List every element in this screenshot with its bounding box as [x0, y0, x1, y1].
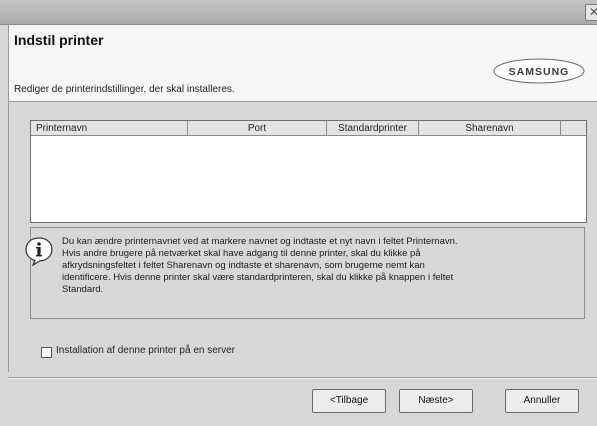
column-header-printernavn[interactable]: Printernavn — [31, 121, 188, 136]
next-button[interactable]: Næste> — [399, 389, 473, 413]
page-subtitle: Rediger de printerindstillinger, der ska… — [14, 84, 235, 95]
server-install-checkbox[interactable] — [41, 347, 52, 358]
list-header: Printernavn Port Standardprinter Sharena… — [31, 121, 586, 137]
info-line: afkrydsningsfeltet i feltet Sharenavn og… — [62, 260, 425, 271]
samsung-logo: SAMSUNG — [493, 58, 585, 84]
title-bar: ✕ — [0, 0, 597, 25]
column-header-sharenavn[interactable]: Sharenavn — [419, 121, 561, 136]
info-icon — [25, 237, 53, 266]
info-line: Du kan ændre printernavnet ved at marker… — [62, 236, 458, 247]
page-title: Indstil printer — [14, 32, 104, 48]
info-line: Hvis andre brugere på netværket skal hav… — [62, 248, 421, 259]
printer-list[interactable]: Printernavn Port Standardprinter Sharena… — [30, 120, 587, 223]
server-install-label[interactable]: Installation af denne printer på en serv… — [56, 345, 235, 356]
info-line: identificere. Hvis denne printer skal væ… — [62, 272, 454, 283]
back-button[interactable]: <Tilbage — [312, 389, 386, 413]
button-divider — [8, 377, 597, 379]
column-header-port[interactable]: Port — [188, 121, 327, 136]
info-line: Standard. — [62, 284, 104, 295]
column-header-empty — [561, 121, 586, 136]
column-header-standardprinter[interactable]: Standardprinter — [327, 121, 419, 136]
info-text: Du kan ændre printernavnet ved at marker… — [62, 236, 574, 296]
cancel-button[interactable]: Annuller — [505, 389, 579, 413]
logo-text: SAMSUNG — [509, 66, 570, 78]
close-icon: ✕ — [588, 5, 597, 19]
close-button[interactable]: ✕ — [585, 4, 597, 21]
